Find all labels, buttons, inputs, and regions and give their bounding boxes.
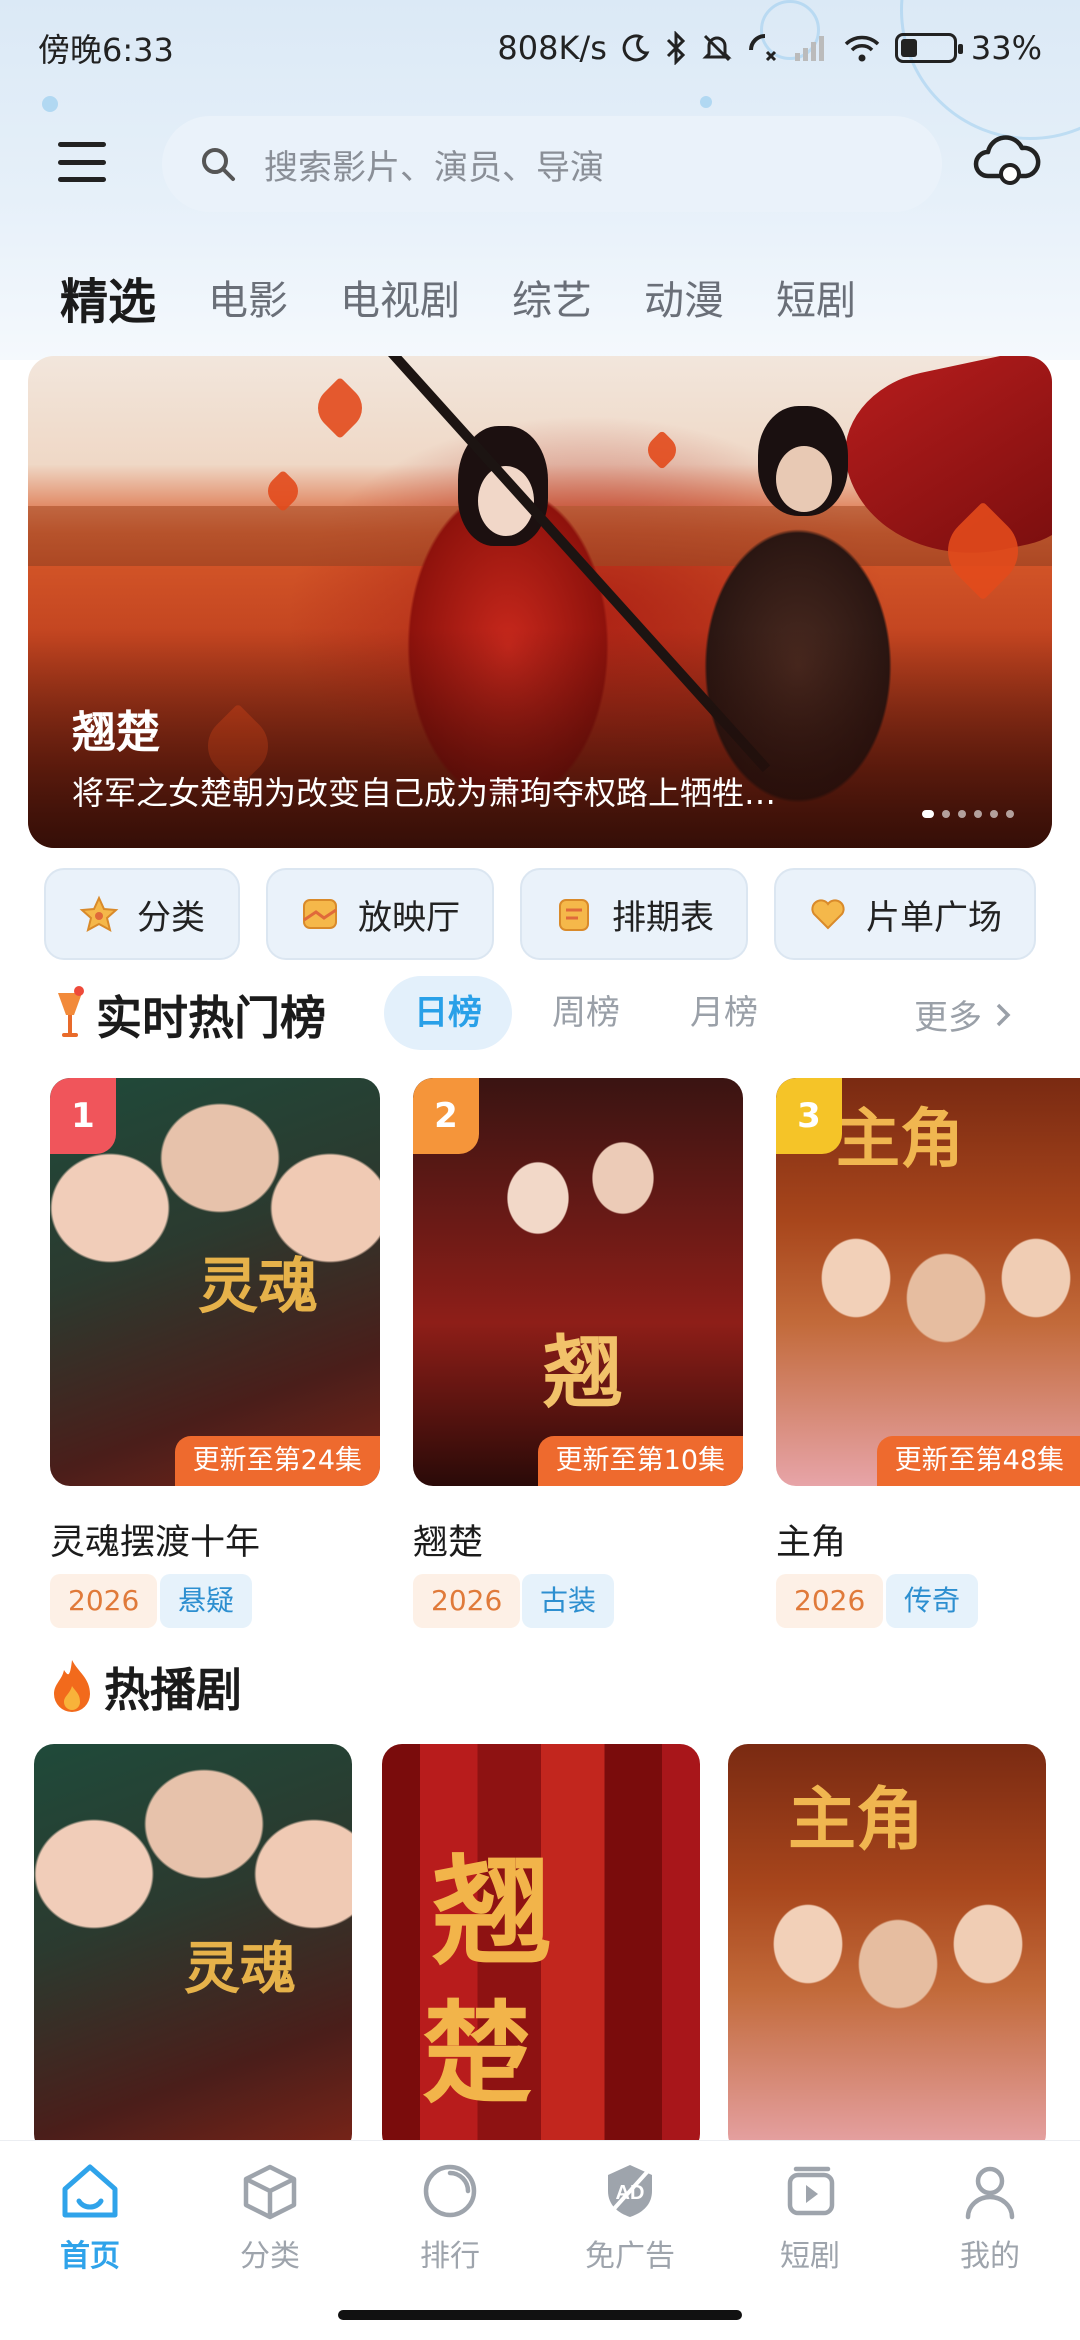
bell-mute-icon — [702, 34, 732, 62]
poster-art-text: 楚 — [422, 1989, 532, 2118]
hot-list-title: 实时热门榜 — [96, 991, 326, 1045]
nav-item-category[interactable]: 分类 — [185, 2161, 355, 2340]
status-time: 傍晚6:33 — [38, 31, 174, 69]
poster-art-text: 灵魂 — [198, 1252, 318, 1322]
carousel-dot — [974, 810, 982, 818]
poster-card[interactable]: 主角 3 更新至第48集 — [776, 1078, 1080, 1486]
genre-tag: 传奇 — [886, 1574, 979, 1628]
rank-period-tab[interactable]: 周榜 — [522, 976, 650, 1050]
category-tab[interactable]: 综艺 — [512, 268, 592, 326]
nav-item-short-drama[interactable]: 短剧 — [725, 2161, 895, 2340]
poster-art-text: 主角 — [788, 1780, 925, 1860]
home-icon — [62, 2164, 118, 2218]
carousel-dot — [942, 810, 950, 818]
cocktail-icon — [58, 986, 84, 1037]
episode-label: 更新至第10集 — [537, 1436, 743, 1486]
carousel-dot — [990, 810, 998, 818]
search-placeholder: 搜索影片、演员、导演 — [264, 147, 604, 188]
category-tab[interactable]: 电影 — [208, 268, 288, 326]
star-icon — [79, 895, 119, 932]
banner-description: 将军之女楚朝为改变自己成为萧珣夺权路上牺牲… — [72, 774, 777, 812]
quick-entries: 分类 放映厅 排期表 片单广场 — [44, 868, 1036, 960]
category-tabs: 精选 电影 电视剧 综艺 动漫 短剧 — [60, 262, 908, 332]
battery-level — [900, 39, 918, 57]
bluetooth-icon — [666, 31, 685, 65]
call-icon — [748, 34, 776, 62]
category-tab[interactable]: 短剧 — [776, 268, 856, 326]
decoration-dot — [42, 96, 58, 112]
poster-art-text: 翘 — [543, 1325, 623, 1419]
search-input[interactable]: 搜索影片、演员、导演 — [162, 116, 942, 212]
banner-carousel[interactable]: 翘楚 将军之女楚朝为改变自己成为萧珣夺权路上牺牲… — [28, 356, 1052, 848]
poster-card[interactable]: 主角 — [728, 1744, 1046, 2154]
battery-icon — [894, 33, 963, 63]
ranking-icon — [423, 2164, 477, 2218]
decoration-dot — [700, 96, 712, 108]
status-icons: 808K/s 33% — [497, 29, 1042, 67]
carousel-indicator — [922, 810, 1014, 818]
genre-tag: 古装 — [522, 1574, 615, 1628]
quick-entry-screening[interactable]: 放映厅 — [266, 868, 494, 960]
profile-icon — [965, 2166, 1015, 2220]
rank-period-tabs: 日榜 周榜 月榜 — [384, 976, 798, 1050]
status-bar: 傍晚6:33 808K/s 33% — [0, 0, 1080, 96]
short-drama-icon — [787, 2166, 835, 2216]
rank-badge: 1 — [50, 1078, 116, 1154]
menu-icon[interactable] — [58, 142, 106, 182]
chevron-right-icon — [996, 1003, 1011, 1026]
rank-period-tab[interactable]: 月榜 — [660, 976, 788, 1050]
banner-title: 翘楚 — [72, 707, 160, 758]
poster-card[interactable]: 灵魂 — [34, 1744, 352, 2154]
search-icon — [202, 148, 235, 181]
cloud-icon[interactable] — [972, 130, 1042, 190]
category-tab[interactable]: 动漫 — [644, 268, 724, 326]
hot-list-header: 实时热门榜 — [52, 982, 326, 1048]
more-link[interactable]: 更多 — [914, 990, 1012, 1039]
cell-signal-icon — [794, 36, 824, 61]
fire-icon — [54, 1660, 90, 1712]
genre-tag: 悬疑 — [160, 1574, 253, 1628]
home-indicator[interactable] — [338, 2310, 742, 2320]
poster-art-text: 灵魂 — [184, 1936, 296, 2002]
hot-drama-header: 热播剧 — [48, 1654, 242, 1720]
network-speed: 808K/s — [497, 29, 607, 67]
poster-art-text: 翘 — [432, 1841, 552, 1982]
hot-drama-title: 热播剧 — [104, 1663, 242, 1717]
schedule-icon — [559, 899, 589, 931]
poster-card[interactable]: 翘 楚 — [382, 1744, 700, 2154]
carousel-dot — [922, 810, 934, 818]
rank-period-tab[interactable]: 日榜 — [384, 976, 512, 1050]
moon-icon — [622, 34, 650, 62]
show-title[interactable]: 主角 — [776, 1514, 846, 1565]
quick-entry-category[interactable]: 分类 — [44, 868, 240, 960]
category-tab[interactable]: 电视剧 — [340, 268, 460, 326]
quick-entry-schedule[interactable]: 排期表 — [520, 868, 748, 960]
carousel-dot — [1006, 810, 1014, 818]
wifi-icon — [844, 35, 880, 62]
year-tag: 2026 — [413, 1574, 521, 1628]
episode-label: 更新至第48集 — [876, 1436, 1080, 1486]
category-tab[interactable]: 精选 — [60, 262, 156, 332]
rank-badge: 3 — [776, 1078, 842, 1154]
show-title[interactable]: 灵魂摆渡十年 — [50, 1514, 260, 1565]
poster-card[interactable]: 灵魂 1 更新至第24集 — [50, 1078, 380, 1486]
nav-item-profile[interactable]: 我的 — [905, 2161, 1075, 2340]
ad-free-icon: AD — [608, 2165, 652, 2217]
cube-icon — [243, 2164, 297, 2220]
nav-item-home[interactable]: 首页 — [5, 2161, 175, 2340]
rank-badge: 2 — [413, 1078, 479, 1154]
year-tag: 2026 — [776, 1574, 884, 1628]
episode-label: 更新至第24集 — [174, 1436, 380, 1486]
poster-card[interactable]: 翘 2 更新至第10集 — [413, 1078, 743, 1486]
quick-entry-playlist[interactable]: 片单广场 — [774, 868, 1036, 960]
year-tag: 2026 — [50, 1574, 158, 1628]
heart-icon — [811, 899, 845, 930]
carousel-dot — [958, 810, 966, 818]
battery-percent: 33% — [970, 29, 1042, 67]
screening-room-icon — [303, 899, 337, 929]
poster-art-text: 主角 — [836, 1102, 964, 1177]
show-title[interactable]: 翘楚 — [413, 1514, 483, 1565]
